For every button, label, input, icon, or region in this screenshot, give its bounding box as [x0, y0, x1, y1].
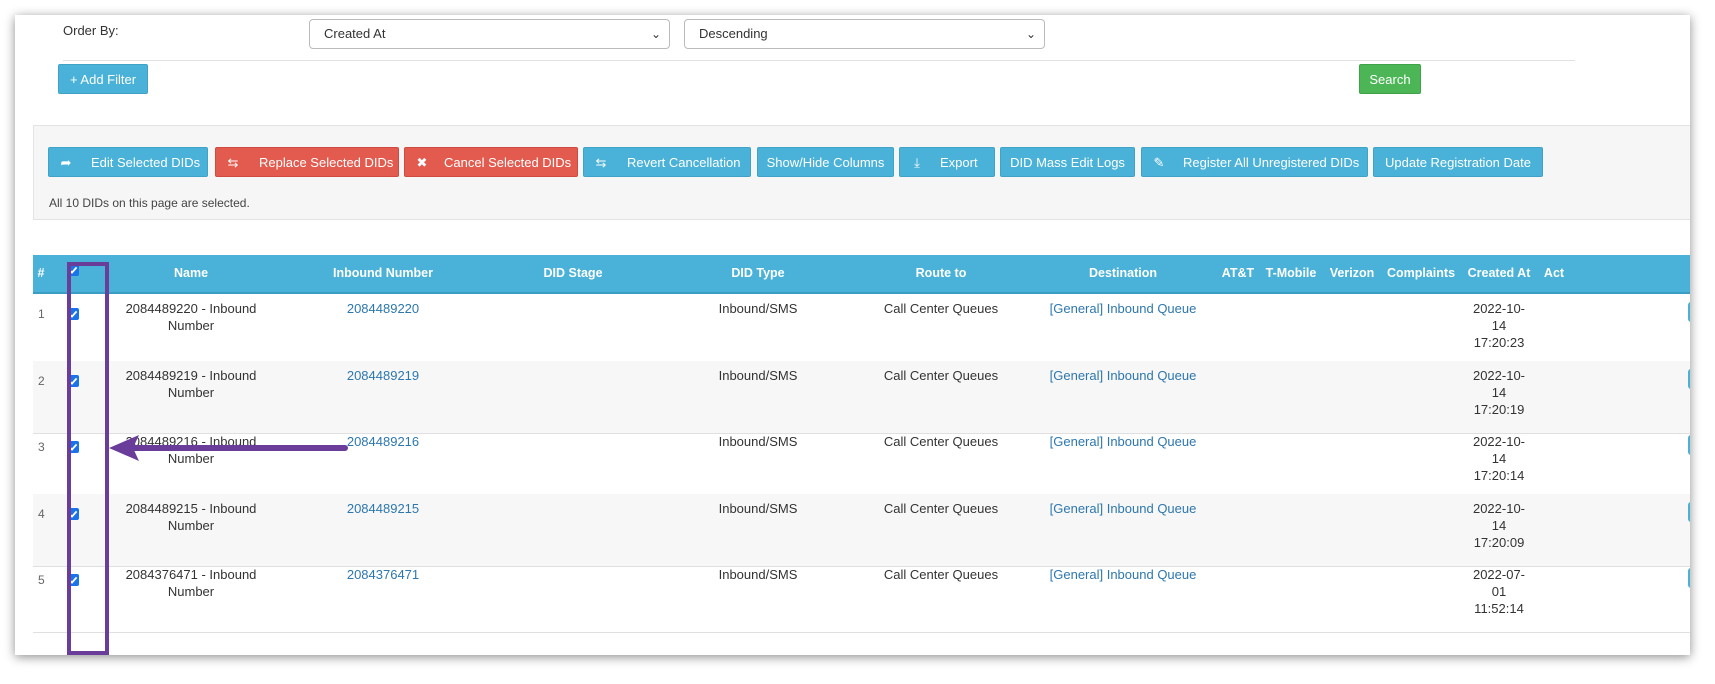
col-verizon[interactable]: Verizon	[1330, 255, 1374, 292]
created-at: 2022-10- 14 17:20:09	[1472, 501, 1526, 550]
inbound-number-link[interactable]: 2084489220	[347, 300, 419, 317]
replace-selected-button[interactable]: ⇆ Replace Selected DIDs	[215, 147, 399, 177]
row-number: 3	[38, 440, 45, 454]
destination-link[interactable]: [General] Inbound Queue	[1050, 433, 1197, 450]
row-number: 4	[38, 507, 45, 521]
times-icon: ✖	[416, 155, 428, 170]
created-at: 2022-07- 01 11:52:14	[1472, 567, 1526, 616]
table-header: # Name Inbound Number DID Stage DID Type…	[33, 255, 1690, 294]
col-destination[interactable]: Destination	[1089, 255, 1157, 292]
add-filter-button[interactable]: + Add Filter	[58, 64, 148, 94]
inbound-number-link[interactable]: 2084489215	[347, 500, 419, 517]
table-row: 4 2084489215 - Inbound Number 2084489215 …	[33, 494, 1690, 567]
destination-link[interactable]: [General] Inbound Queue	[1050, 566, 1197, 583]
col-route-to[interactable]: Route to	[916, 255, 967, 292]
col-created-at[interactable]: Created At	[1468, 255, 1531, 292]
created-at: 2022-10- 14 17:20:19	[1472, 368, 1526, 417]
table-row: 5 2084376471 - Inbound Number 2084376471 …	[33, 560, 1690, 633]
inbound-number-link[interactable]: 2084489219	[347, 367, 419, 384]
selection-note: All 10 DIDs on this page are selected.	[49, 196, 250, 210]
col-complaints[interactable]: Complaints	[1387, 255, 1455, 292]
destination-link[interactable]: [General] Inbound Queue	[1050, 367, 1197, 384]
app-frame: Order By: Created At ⌄ Descending ⌄ + Ad…	[15, 15, 1690, 655]
chevron-down-icon: ⌄	[1025, 27, 1036, 41]
pencil-square-icon: ✎	[1153, 155, 1165, 170]
did-type: Inbound/SMS	[718, 501, 798, 516]
table-row: 2 2084489219 - Inbound Number 2084489219 …	[33, 361, 1690, 434]
annotation-arrow	[109, 435, 348, 461]
revert-cancellation-button[interactable]: ⇆ Revert Cancellation	[583, 147, 751, 177]
order-field-select[interactable]: Created At ⌄	[309, 19, 670, 49]
update-registration-date-button[interactable]: Update Registration Date	[1373, 147, 1543, 177]
did-type: Inbound/SMS	[718, 567, 798, 582]
destination-link[interactable]: [General] Inbound Queue	[1050, 500, 1197, 517]
download-icon: ⤓	[914, 155, 920, 170]
search-button[interactable]: Search	[1359, 64, 1421, 94]
col-num: #	[37, 266, 45, 280]
order-field-value: Created At	[324, 26, 386, 41]
did-type: Inbound/SMS	[718, 434, 798, 449]
row-name: 2084489220 - Inbound Number	[125, 301, 257, 333]
did-type: Inbound/SMS	[718, 368, 798, 383]
gear-icon[interactable]	[1688, 302, 1690, 322]
row-number: 5	[38, 573, 45, 587]
register-unregistered-button[interactable]: ✎ Register All Unregistered DIDs	[1141, 147, 1368, 177]
edit-selected-button[interactable]: ➦ Edit Selected DIDs	[48, 147, 208, 177]
gear-icon[interactable]	[1688, 568, 1690, 588]
inbound-number-link[interactable]: 2084376471	[347, 566, 419, 583]
order-by-label: Order By:	[63, 23, 119, 38]
row-number: 1	[38, 307, 45, 321]
share-arrow-icon: ➦	[60, 155, 72, 170]
route-to: Call Center Queues	[883, 434, 999, 449]
gear-icon[interactable]	[1688, 435, 1690, 455]
row-name: 2084376471 - Inbound Number	[125, 567, 257, 599]
annotation-highlight-box	[67, 262, 109, 655]
destination-link[interactable]: [General] Inbound Queue	[1050, 300, 1197, 317]
row-name: 2084489219 - Inbound Number	[125, 368, 257, 400]
gear-icon[interactable]	[1688, 369, 1690, 389]
gear-icon[interactable]	[1688, 502, 1690, 522]
table-row: 1 2084489220 - Inbound Number 2084489220 …	[33, 294, 1690, 367]
chevron-down-icon: ⌄	[650, 27, 661, 41]
divider	[63, 60, 1575, 61]
route-to: Call Center Queues	[883, 368, 999, 383]
order-direction-value: Descending	[699, 26, 768, 41]
created-at: 2022-10- 14 17:20:14	[1472, 434, 1526, 483]
cancel-selected-button[interactable]: ✖ Cancel Selected DIDs	[404, 147, 578, 177]
show-hide-columns-button[interactable]: Show/Hide Columns	[757, 147, 894, 177]
did-type: Inbound/SMS	[718, 301, 798, 316]
retweet-icon: ⇆	[227, 155, 239, 170]
col-tmobile[interactable]: T-Mobile	[1266, 255, 1317, 292]
mass-edit-logs-button[interactable]: DID Mass Edit Logs	[1000, 147, 1135, 177]
route-to: Call Center Queues	[883, 501, 999, 516]
created-at: 2022-10- 14 17:20:23	[1472, 301, 1526, 350]
col-actions: Act	[1543, 266, 1565, 280]
route-to: Call Center Queues	[883, 301, 999, 316]
col-inbound-number[interactable]: Inbound Number	[333, 255, 433, 292]
col-name[interactable]: Name	[174, 255, 208, 292]
col-did-type[interactable]: DID Type	[731, 255, 784, 292]
col-att[interactable]: AT&T	[1222, 255, 1254, 292]
row-name: 2084489215 - Inbound Number	[125, 501, 257, 533]
row-number: 2	[38, 374, 45, 388]
order-direction-select[interactable]: Descending ⌄	[684, 19, 1045, 49]
retweet-icon: ⇆	[595, 155, 607, 170]
export-button[interactable]: ⤓ Export	[899, 147, 995, 177]
col-did-stage[interactable]: DID Stage	[543, 255, 602, 292]
route-to: Call Center Queues	[883, 567, 999, 582]
